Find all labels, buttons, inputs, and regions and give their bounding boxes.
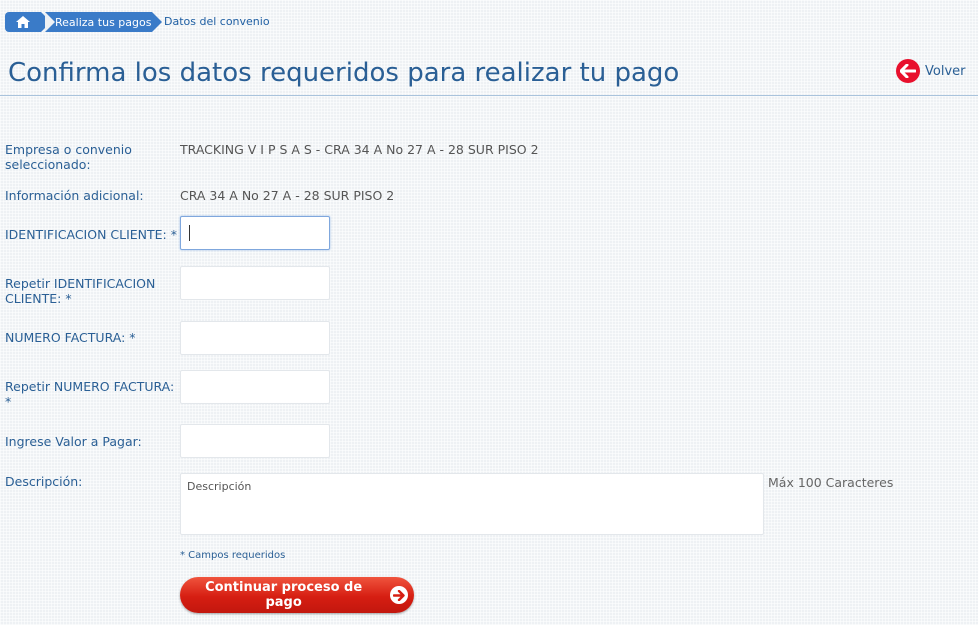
numero-factura-label: NUMERO FACTURA: * — [5, 330, 136, 345]
text-caret — [189, 225, 190, 241]
continuar-button[interactable]: Continuar proceso de pago — [180, 577, 414, 613]
back-label: Volver — [925, 63, 966, 79]
valor-pagar-label: Ingrese Valor a Pagar: — [5, 434, 142, 449]
breadcrumb-current: Datos del convenio — [164, 15, 270, 28]
page-title: Confirma los datos requeridos para reali… — [8, 58, 680, 88]
breadcrumb-home[interactable] — [5, 12, 51, 32]
arrow-right-circle-icon — [390, 586, 408, 604]
valor-pagar-input[interactable] — [180, 424, 330, 458]
breadcrumb-step1-label: Realiza tus pagos — [55, 15, 152, 29]
repetir-numero-factura-label: Repetir NUMERO FACTURA: * — [5, 379, 175, 409]
identificacion-label: IDENTIFICACION CLIENTE: * — [5, 227, 177, 242]
home-icon — [16, 16, 30, 28]
identificacion-input[interactable] — [180, 216, 330, 250]
empresa-label: Empresa o convenio seleccionado: — [5, 142, 132, 172]
breadcrumb-realiza-tus-pagos[interactable]: Realiza tus pagos — [45, 12, 162, 32]
info-adicional-value: CRA 34 A No 27 A - 28 SUR PISO 2 — [180, 188, 395, 203]
numero-factura-input[interactable] — [180, 321, 330, 355]
title-divider — [0, 95, 978, 96]
repetir-numero-factura-input[interactable] — [180, 370, 330, 404]
required-fields-note: * Campos requeridos — [180, 550, 286, 561]
descripcion-max-note: Máx 100 Caracteres — [768, 475, 894, 490]
descripcion-textarea[interactable] — [180, 473, 764, 535]
repetir-identificacion-label: Repetir IDENTIFICACION CLIENTE: * — [5, 276, 156, 306]
info-adicional-label: Información adicional: — [5, 188, 144, 203]
arrow-left-circle-icon — [896, 59, 920, 83]
repetir-identificacion-input[interactable] — [180, 266, 330, 300]
descripcion-label: Descripción: — [5, 474, 83, 489]
back-button[interactable]: Volver — [896, 59, 966, 83]
continuar-button-label: Continuar proceso de pago — [205, 580, 363, 610]
empresa-value: TRACKING V I P S A S - CRA 34 A No 27 A … — [180, 142, 539, 157]
